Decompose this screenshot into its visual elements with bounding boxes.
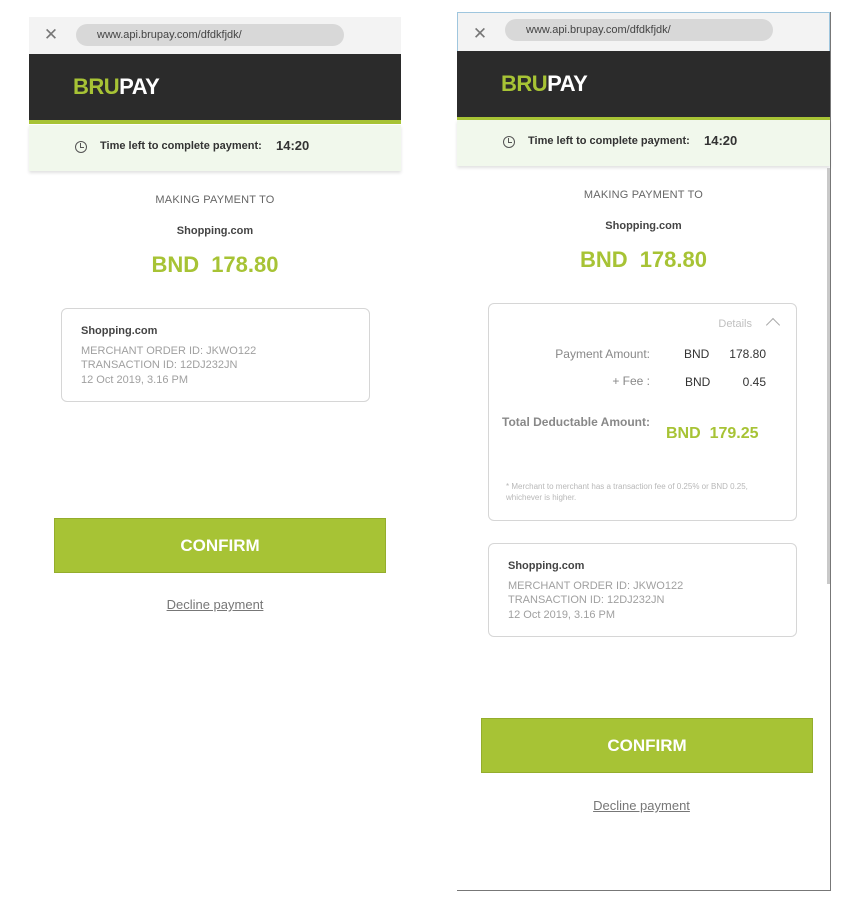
transaction-date: 12 Oct 2019, 3.16 PM (81, 374, 189, 386)
details-toggle-label[interactable]: Details (718, 318, 752, 330)
transaction-id: TRANSACTION ID: 12DJ232JN (81, 359, 238, 371)
payment-timer: Time left to complete payment: 14:20 (29, 125, 401, 171)
decline-payment-link[interactable]: Decline payment (453, 798, 830, 813)
confirm-button[interactable]: CONFIRM (481, 718, 813, 773)
merchant-name: Shopping.com (605, 220, 682, 232)
clock-icon (503, 136, 515, 148)
payment-amount: BND 178.80 (29, 252, 401, 278)
total-value: 179.25 (709, 425, 759, 442)
timer-value: 14:20 (704, 133, 738, 148)
amount-value: 178.80 (639, 247, 707, 272)
card-merchant: Shopping.com (81, 325, 158, 337)
transaction-id: TRANSACTION ID: 12DJ232JN (508, 594, 665, 606)
timer-value: 14:20 (276, 138, 310, 153)
total-label: Total Deductable Amount: (502, 415, 650, 429)
card-merchant: Shopping.com (508, 560, 585, 572)
brupay-logo: BRUPAY (73, 74, 160, 99)
confirm-button[interactable]: CONFIRM (54, 518, 386, 573)
brand-header: BRUPAY (29, 54, 401, 124)
payment-amount: BND 178.80 (457, 247, 830, 273)
payment-amount-currency: BND (684, 347, 710, 361)
total-amount: BND 179.25 (666, 425, 759, 443)
fee-currency: BND (685, 375, 711, 389)
total-currency: BND (666, 425, 701, 442)
timer-label: Time left to complete payment: (528, 135, 690, 147)
fee-label: + Fee : (612, 374, 650, 388)
payment-screen-expanded: ✕ www.api.brupay.com/dfdkfjdk/ BRUPAY Ti… (457, 12, 831, 891)
amount-value: 178.80 (211, 252, 279, 277)
payment-details-panel: Details Payment Amount: BND 178.80 + Fee… (488, 303, 797, 521)
transaction-card: Shopping.com MERCHANT ORDER ID: JKWO122 … (488, 543, 797, 637)
payment-amount-value: 178.80 (729, 347, 766, 361)
amount-currency: BND (580, 247, 628, 272)
merchant-order-id: MERCHANT ORDER ID: JKWO122 (81, 345, 257, 357)
clock-icon (75, 141, 87, 153)
browser-url-bar: ✕ www.api.brupay.com/dfdkfjdk/ (29, 17, 401, 54)
making-payment-label: MAKING PAYMENT TO (583, 189, 704, 201)
merchant-name: Shopping.com (176, 225, 254, 237)
url-field[interactable]: www.api.brupay.com/dfdkfjdk/ (505, 19, 773, 41)
making-payment-label: MAKING PAYMENT TO (155, 194, 275, 206)
fee-value: 0.45 (742, 375, 766, 389)
fee-note: * Merchant to merchant has a transaction… (506, 482, 748, 502)
close-icon[interactable]: ✕ (472, 25, 488, 42)
decline-payment-link[interactable]: Decline payment (29, 597, 401, 612)
amount-currency: BND (151, 252, 200, 277)
browser-url-bar: ✕ www.api.brupay.com/dfdkfjdk/ (457, 12, 830, 54)
chevron-up-icon[interactable] (765, 317, 781, 333)
url-field[interactable]: www.api.brupay.com/dfdkfjdk/ (76, 24, 344, 46)
payment-timer: Time left to complete payment: 14:20 (457, 120, 830, 166)
payment-screen-collapsed: ✕ www.api.brupay.com/dfdkfjdk/ BRUPAY Ti… (29, 17, 401, 657)
brand-header: BRUPAY (457, 51, 830, 121)
transaction-date: 12 Oct 2019, 3.16 PM (508, 609, 616, 621)
merchant-order-id: MERCHANT ORDER ID: JKWO122 (508, 580, 684, 592)
close-icon[interactable]: ✕ (43, 26, 59, 43)
transaction-card: Shopping.com MERCHANT ORDER ID: JKWO122 … (61, 308, 370, 402)
payment-amount-label: Payment Amount: (555, 347, 650, 361)
timer-label: Time left to complete payment: (100, 140, 262, 152)
brupay-logo: BRUPAY (501, 71, 588, 96)
